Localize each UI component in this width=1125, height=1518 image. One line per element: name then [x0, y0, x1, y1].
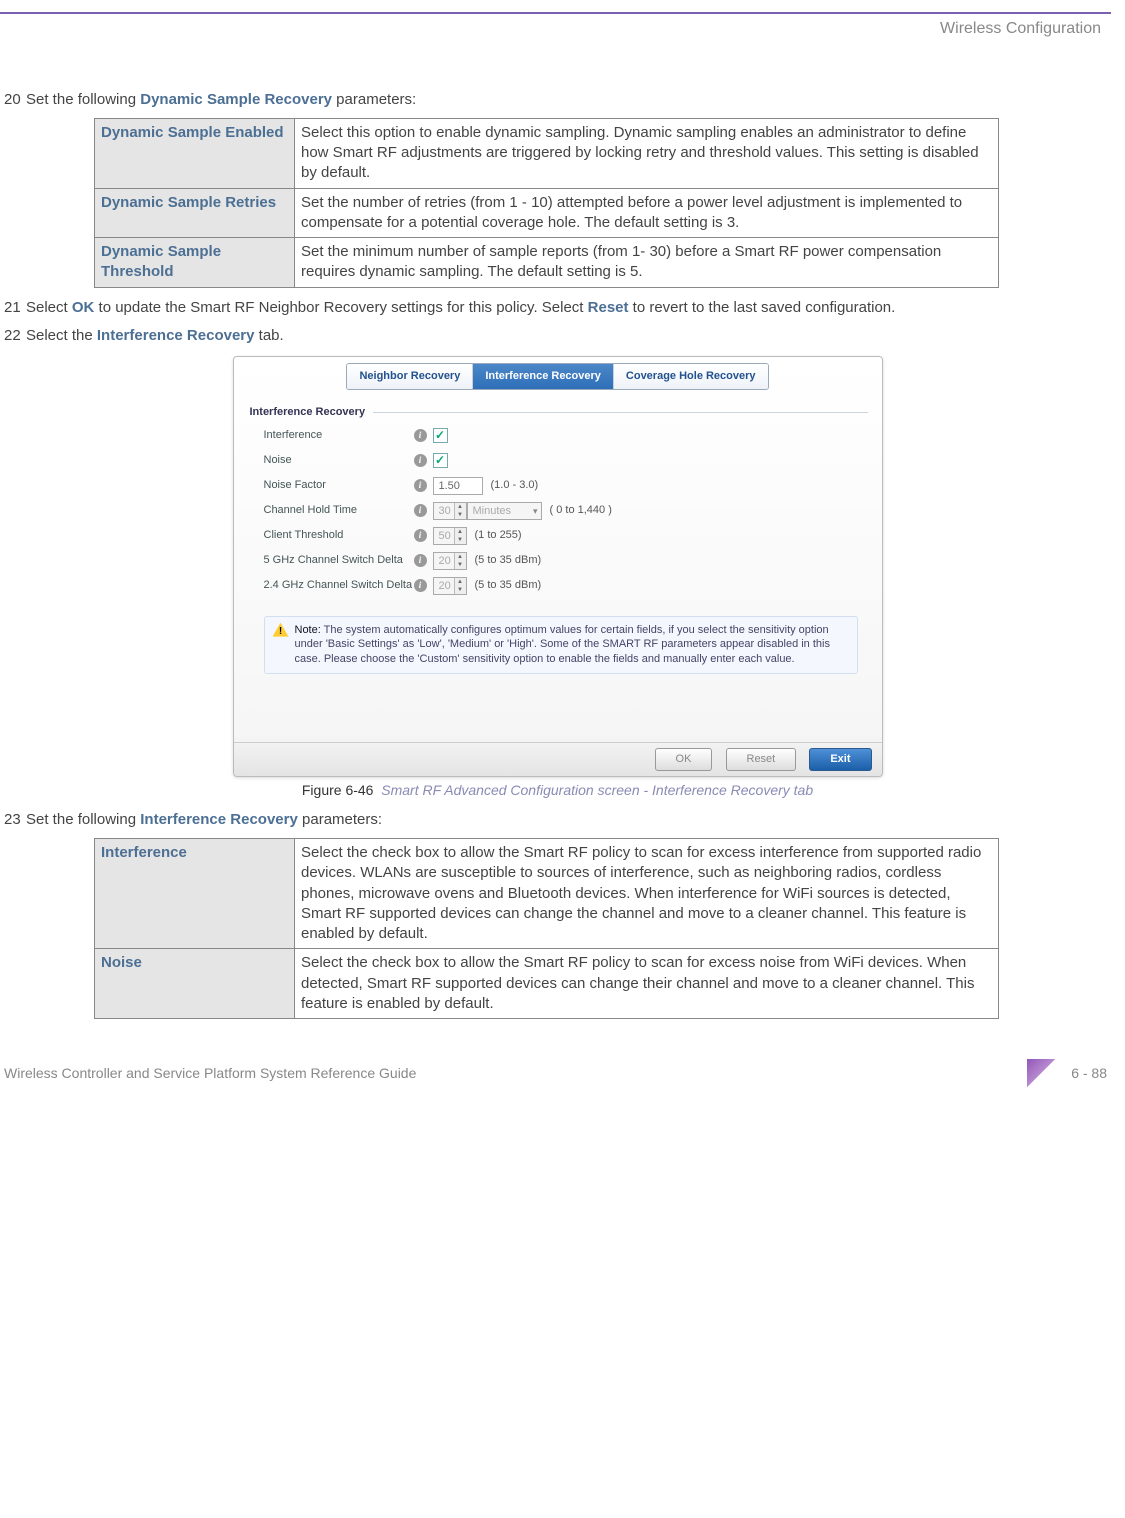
param-desc: Select this option to enable dynamic sam…	[295, 118, 999, 188]
table-row: Dynamic Sample Retries Set the number of…	[95, 188, 999, 238]
spinner-arrows-icon[interactable]: ▲▼	[454, 578, 466, 594]
info-icon[interactable]: i	[414, 454, 427, 467]
note-box: ! Note: The system automatically configu…	[264, 616, 858, 675]
param-desc: Select the check box to allow the Smart …	[295, 839, 999, 949]
step-number: 23	[4, 810, 26, 830]
param-desc: Set the minimum number of sample reports…	[295, 238, 999, 288]
step-text: Select the Interference Recovery tab.	[26, 326, 1106, 346]
param-label: Dynamic Sample Threshold	[95, 238, 295, 288]
param-desc: Select the check box to allow the Smart …	[295, 949, 999, 1019]
table-row: Noise Select the check box to allow the …	[95, 949, 999, 1019]
exit-button[interactable]: Exit	[809, 748, 871, 771]
row-noise-factor: Noise Factor i 1.50 (1.0 - 3.0)	[264, 475, 864, 497]
label-interference: Interference	[264, 428, 414, 443]
page-footer: Wireless Controller and Service Platform…	[0, 1059, 1111, 1087]
step-number: 20	[4, 90, 26, 110]
tabs-row: Neighbor RecoveryInterference RecoveryCo…	[234, 357, 882, 395]
dropdown-hold-time-unit[interactable]: Minutes	[467, 502, 542, 520]
step-number: 22	[4, 326, 26, 346]
param-label: Interference	[95, 839, 295, 949]
form-grid: Interference i ✓ Noise i ✓ Noise Factor …	[234, 420, 882, 604]
footer-page-number: 6 - 88	[1071, 1064, 1107, 1083]
input-24ghz-switch-delta[interactable]: 20▲▼	[433, 577, 467, 595]
tab-coverage-hole-recovery[interactable]: Coverage Hole Recovery	[613, 364, 768, 389]
page-content: 20Set the following Dynamic Sample Recov…	[0, 90, 1111, 1020]
term-reset: Reset	[588, 299, 629, 316]
row-24ghz-switch-delta: 2.4 GHz Channel Switch Delta i 20▲▼ (5 t…	[264, 575, 864, 597]
info-icon[interactable]: i	[414, 579, 427, 592]
spinner-arrows-icon[interactable]: ▲▼	[454, 528, 466, 544]
param-label: Dynamic Sample Retries	[95, 188, 295, 238]
tab-neighbor-recovery[interactable]: Neighbor Recovery	[347, 364, 472, 389]
param-label: Noise	[95, 949, 295, 1019]
step-number: 21	[4, 298, 26, 318]
row-noise: Noise i ✓	[264, 450, 864, 472]
term-interference-recovery: Interference Recovery	[140, 811, 298, 828]
brand-logo-icon	[1027, 1059, 1055, 1087]
button-bar: OK Reset Exit	[234, 742, 882, 776]
screenshot-panel: Neighbor RecoveryInterference RecoveryCo…	[233, 356, 883, 777]
param-desc: Set the number of retries (from 1 - 10) …	[295, 188, 999, 238]
range-hold-time: ( 0 to 1,440 )	[550, 503, 612, 518]
spinner-arrows-icon[interactable]: ▲▼	[454, 553, 466, 569]
step-21: 21 Select OK to update the Smart RF Neig…	[4, 298, 1111, 318]
range-client-threshold: (1 to 255)	[475, 528, 522, 543]
step-22: 22Select the Interference Recovery tab.	[4, 326, 1111, 346]
input-5ghz-switch-delta[interactable]: 20▲▼	[433, 552, 467, 570]
info-icon[interactable]: i	[414, 429, 427, 442]
interference-recovery-params-table: Interference Select the check box to all…	[94, 838, 999, 1019]
input-client-threshold[interactable]: 50▲▼	[433, 527, 467, 545]
warning-icon: !	[273, 623, 289, 637]
info-icon[interactable]: i	[414, 504, 427, 517]
figure-caption: Figure 6-46 Smart RF Advanced Configurat…	[4, 781, 1111, 800]
step-text: Select OK to update the Smart RF Neighbo…	[26, 298, 1106, 318]
ok-button[interactable]: OK	[655, 748, 713, 771]
row-client-threshold: Client Threshold i 50▲▼ (1 to 255)	[264, 525, 864, 547]
range-noise-factor: (1.0 - 3.0)	[491, 478, 539, 493]
label-24ghz-switch-delta: 2.4 GHz Channel Switch Delta	[264, 578, 414, 593]
note-text: Note: The system automatically configure…	[295, 623, 849, 668]
info-icon[interactable]: i	[414, 529, 427, 542]
row-5ghz-switch-delta: 5 GHz Channel Switch Delta i 20▲▼ (5 to …	[264, 550, 864, 572]
fieldset-divider	[373, 412, 867, 413]
row-channel-hold-time: Channel Hold Time i 30▲▼ Minutes ( 0 to …	[264, 500, 864, 522]
term-ok: OK	[72, 299, 95, 316]
input-channel-hold-time[interactable]: 30▲▼	[433, 502, 467, 520]
tab-interference-recovery[interactable]: Interference Recovery	[472, 364, 613, 389]
fieldset-title: Interference Recovery	[234, 405, 366, 420]
table-row: Interference Select the check box to all…	[95, 839, 999, 949]
info-icon[interactable]: i	[414, 554, 427, 567]
checkbox-interference[interactable]: ✓	[433, 428, 448, 443]
checkbox-noise[interactable]: ✓	[433, 453, 448, 468]
page-header-title: Wireless Configuration	[0, 18, 1111, 40]
reset-button[interactable]: Reset	[726, 748, 797, 771]
step-text: Set the following Dynamic Sample Recover…	[26, 90, 1106, 110]
term-dynamic-sample-recovery: Dynamic Sample Recovery	[140, 91, 332, 108]
label-noise: Noise	[264, 453, 414, 468]
step-23: 23Set the following Interference Recover…	[4, 810, 1111, 830]
row-interference: Interference i ✓	[264, 425, 864, 447]
dynamic-sample-params-table: Dynamic Sample Enabled Select this optio…	[94, 118, 999, 288]
spinner-arrows-icon[interactable]: ▲▼	[454, 503, 466, 519]
label-5ghz-switch-delta: 5 GHz Channel Switch Delta	[264, 553, 414, 568]
info-icon[interactable]: i	[414, 479, 427, 492]
label-client-threshold: Client Threshold	[264, 528, 414, 543]
step-20: 20Set the following Dynamic Sample Recov…	[4, 90, 1111, 110]
step-text: Set the following Interference Recovery …	[26, 810, 1106, 830]
footer-guide-title: Wireless Controller and Service Platform…	[4, 1064, 416, 1083]
label-channel-hold-time: Channel Hold Time	[264, 503, 414, 518]
input-noise-factor[interactable]: 1.50	[433, 477, 483, 495]
figure-6-46: Neighbor RecoveryInterference RecoveryCo…	[4, 356, 1111, 800]
top-accent-border	[0, 12, 1111, 14]
table-row: Dynamic Sample Threshold Set the minimum…	[95, 238, 999, 288]
range-5ghz-switch-delta: (5 to 35 dBm)	[475, 553, 542, 568]
param-label: Dynamic Sample Enabled	[95, 118, 295, 188]
label-noise-factor: Noise Factor	[264, 478, 414, 493]
term-interference-recovery: Interference Recovery	[97, 327, 255, 344]
table-row: Dynamic Sample Enabled Select this optio…	[95, 118, 999, 188]
range-24ghz-switch-delta: (5 to 35 dBm)	[475, 578, 542, 593]
